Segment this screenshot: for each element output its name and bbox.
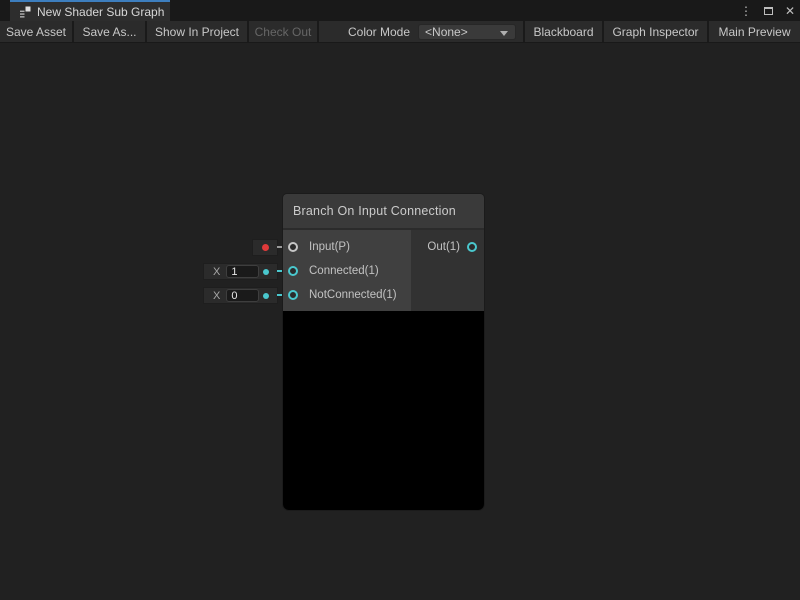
node-title-bar[interactable]: Branch On Input Connection xyxy=(283,194,484,230)
subgraph-icon xyxy=(19,6,31,18)
maximize-icon[interactable] xyxy=(764,7,773,15)
tab-title: New Shader Sub Graph xyxy=(37,5,164,19)
input-default-widget[interactable] xyxy=(252,239,278,256)
tab-bar: New Shader Sub Graph ⋮ ✕ xyxy=(0,0,800,21)
notconnected-value-field[interactable] xyxy=(226,289,259,302)
save-as-button[interactable]: Save As... xyxy=(74,21,145,42)
blackboard-button[interactable]: Blackboard xyxy=(525,21,602,42)
port-row-connected: Connected(1) xyxy=(283,259,411,283)
node-preview xyxy=(283,311,484,510)
save-asset-button[interactable]: Save Asset xyxy=(0,21,72,42)
input-port-label: Input(P) xyxy=(309,241,350,253)
x-component-label: X xyxy=(213,290,220,302)
node-title: Branch On Input Connection xyxy=(293,204,456,218)
node-output-column: Out(1) xyxy=(411,230,484,311)
port-row-input: Input(P) xyxy=(283,235,411,259)
notconnected-default-widget: X xyxy=(203,287,278,304)
cyan-port-dot-icon xyxy=(263,293,269,299)
graph-canvas[interactable]: X X Branch On Input Connection Input(P) xyxy=(0,43,800,600)
input-port[interactable] xyxy=(288,242,298,252)
menu-icon[interactable]: ⋮ xyxy=(740,5,752,17)
toolbar: Save Asset Save As... Show In Project Ch… xyxy=(0,21,800,43)
chevron-down-icon xyxy=(500,31,508,36)
connected-value-field[interactable] xyxy=(226,265,259,278)
connected-port-label: Connected(1) xyxy=(309,265,379,277)
cyan-port-dot-icon xyxy=(263,269,269,275)
x-component-label: X xyxy=(213,266,220,278)
check-out-button: Check Out xyxy=(249,21,317,42)
notconnected-port[interactable] xyxy=(288,290,298,300)
port-row-notconnected: NotConnected(1) xyxy=(283,283,411,307)
node-input-column: Input(P) Connected(1) NotConnected(1) xyxy=(283,230,411,311)
tab-new-shader-sub-graph[interactable]: New Shader Sub Graph xyxy=(10,0,170,21)
color-mode-value: <None> xyxy=(425,25,468,39)
node-branch-on-input-connection[interactable]: Branch On Input Connection Input(P) Conn… xyxy=(283,194,484,510)
out-port[interactable] xyxy=(467,242,477,252)
window-controls: ⋮ ✕ xyxy=(740,0,795,21)
main-preview-button[interactable]: Main Preview xyxy=(709,21,800,42)
shader-graph-window: New Shader Sub Graph ⋮ ✕ Save Asset Save… xyxy=(0,0,800,600)
color-mode-label: Color Mode xyxy=(348,25,410,39)
red-port-dot-icon xyxy=(262,244,269,251)
color-mode-section: Color Mode <None> xyxy=(319,21,523,42)
connected-default-widget: X xyxy=(203,263,278,280)
node-body: Input(P) Connected(1) NotConnected(1) Ou… xyxy=(283,230,484,311)
color-mode-dropdown[interactable]: <None> xyxy=(418,24,516,40)
out-port-label: Out(1) xyxy=(427,241,460,253)
notconnected-port-label: NotConnected(1) xyxy=(309,289,397,301)
close-icon[interactable]: ✕ xyxy=(785,5,795,17)
port-row-out: Out(1) xyxy=(411,235,484,259)
show-in-project-button[interactable]: Show In Project xyxy=(147,21,247,42)
graph-inspector-button[interactable]: Graph Inspector xyxy=(604,21,707,42)
connected-port[interactable] xyxy=(288,266,298,276)
